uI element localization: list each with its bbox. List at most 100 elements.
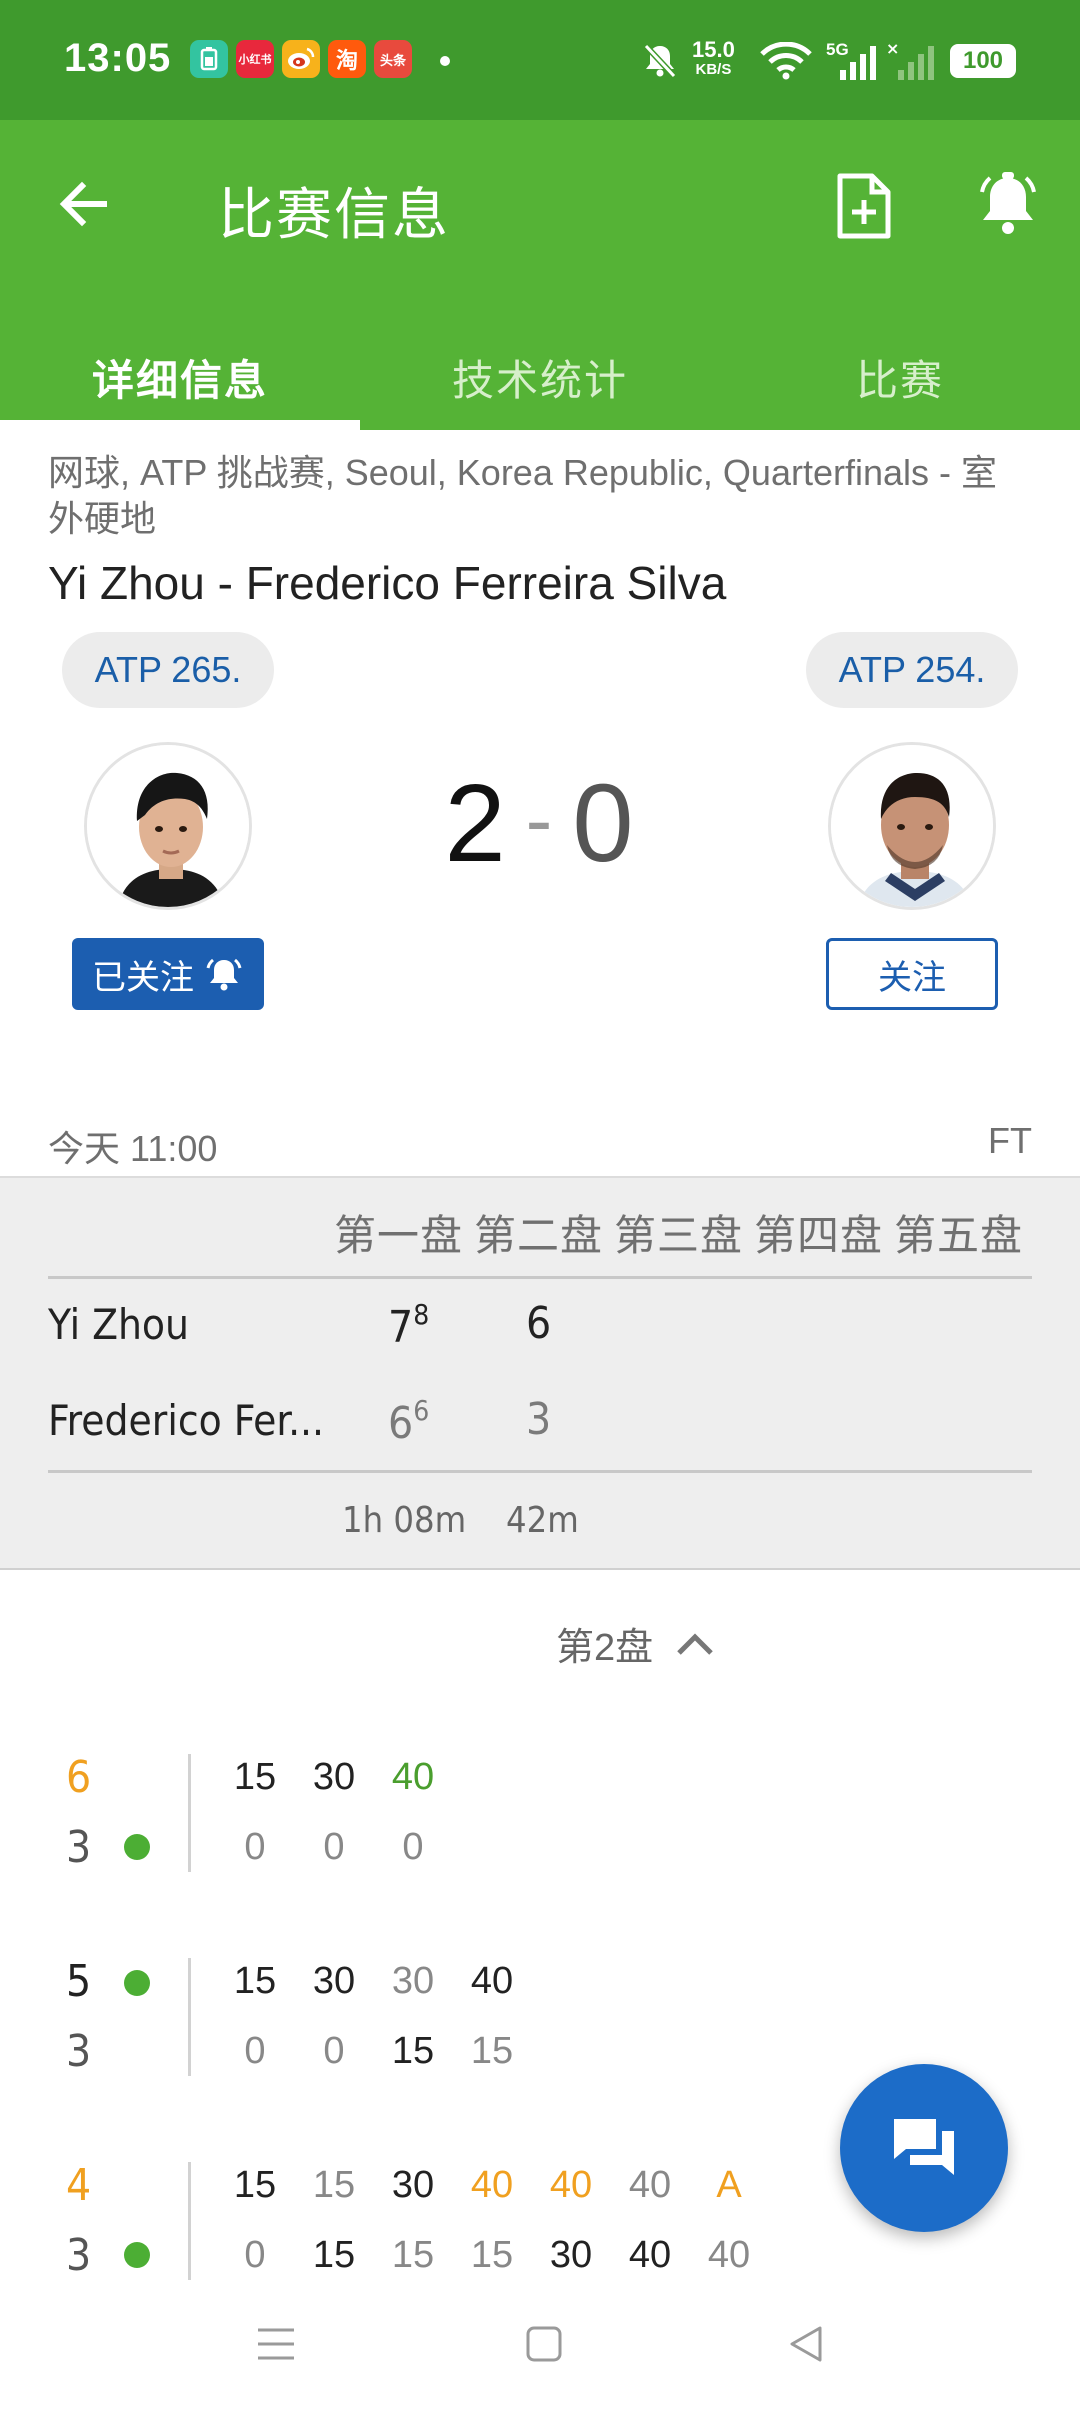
svg-text:×: × [886, 40, 899, 58]
game-score-top: 5 [66, 1956, 92, 2007]
point: 40 [628, 2234, 672, 2276]
point: A [716, 2164, 742, 2206]
score-away: 0 [572, 762, 636, 885]
back-icon[interactable] [786, 2324, 826, 2364]
battery-app-icon [190, 40, 228, 78]
point: 15 [312, 2164, 356, 2206]
point: 15 [470, 2030, 514, 2072]
player1-set1-score: 78 [388, 1298, 430, 1353]
sets-table: 第一盘 第二盘 第三盘 第四盘 第五盘 Yi Zhou 78 6 Frederi… [0, 1176, 1080, 1570]
tab-details[interactable]: 详细信息 [0, 325, 360, 430]
player1-photo [87, 745, 249, 907]
xiaohongshu-icon: 小红书 [236, 40, 274, 78]
point: 30 [312, 1756, 356, 1798]
point: 40 [549, 2164, 593, 2206]
set1-duration: 1h 08m [342, 1500, 467, 1541]
player2-rank[interactable]: ATP 254. [806, 632, 1018, 708]
match-time: 今天 11:00 [48, 1128, 218, 1169]
player1-set2-score: 6 [526, 1298, 552, 1349]
point: 30 [549, 2234, 593, 2276]
menu-icon[interactable] [256, 2324, 296, 2364]
serve-indicator [124, 1970, 150, 1996]
score-separator: - [525, 775, 555, 864]
match-score: 2-0 [420, 760, 660, 887]
toutiao-icon: 头条 [374, 40, 412, 78]
serve-indicator [124, 2242, 150, 2268]
status-time: 13:05 [64, 36, 172, 80]
point: 15 [233, 1756, 277, 1798]
signal-icon [840, 46, 876, 80]
point: 30 [312, 1960, 356, 2002]
set-header-1: 第一盘 [334, 1212, 464, 1259]
set-selector[interactable]: 第2盘 [556, 1616, 715, 1671]
point: 30 [391, 1960, 435, 2002]
page-title: 比赛信息 [218, 183, 450, 246]
set2-duration: 42m [506, 1500, 579, 1541]
player1-name: Yi Zhou [48, 1300, 189, 1349]
app-root: 13:05 小红书 淘 头条 15.0 KB/S 5G × 100 比赛信息 详… [0, 0, 1080, 2414]
game-score-top: 6 [66, 1752, 92, 1803]
point: 40 [628, 2164, 672, 2206]
point: 0 [244, 2030, 266, 2072]
player2-avatar[interactable] [828, 742, 996, 910]
point: 40 [391, 1756, 435, 1798]
set-header-2: 第二盘 [474, 1212, 604, 1259]
set-header-3: 第三盘 [614, 1212, 744, 1259]
point: 0 [323, 1826, 345, 1868]
status-bar: 13:05 小红书 淘 头条 15.0 KB/S 5G × 100 [0, 0, 1080, 120]
player2-set1-score: 66 [388, 1394, 430, 1449]
player1-avatar[interactable] [84, 742, 252, 910]
set-header-5: 第五盘 [894, 1212, 1024, 1259]
notification-dot [440, 56, 450, 66]
point: 15 [391, 2030, 435, 2072]
point: 15 [470, 2234, 514, 2276]
game-score-bottom: 3 [66, 2230, 92, 2281]
divider [48, 1470, 1032, 1473]
battery-indicator: 100 [950, 44, 1016, 78]
signal-2-icon: × [886, 40, 934, 80]
player1-rank[interactable]: ATP 265. [62, 632, 274, 708]
add-document-icon[interactable] [834, 172, 894, 240]
tab-statistics[interactable]: 技术统计 [360, 325, 720, 430]
chat-icon [894, 2119, 954, 2175]
alarm-bell-icon [206, 958, 242, 991]
score-home: 2 [444, 762, 508, 885]
point: 15 [312, 2234, 356, 2276]
net-speed: 15.0 KB/S [692, 37, 735, 79]
tab-indicator [0, 420, 360, 430]
player2-follow-button[interactable]: 关注 [826, 938, 998, 1010]
match-title: Yi Zhou - Frederico Ferreira Silva [48, 557, 727, 609]
game-score-bottom: 3 [66, 1822, 92, 1873]
home-icon[interactable] [524, 2324, 564, 2364]
set-selector-label: 第2盘 [556, 1627, 654, 1669]
divider [188, 1958, 191, 2076]
game-score-bottom: 3 [66, 2026, 92, 2077]
player2-name: Frederico Fer... [48, 1396, 325, 1445]
divider [188, 2162, 191, 2280]
point: 0 [244, 2234, 266, 2276]
set-header-4: 第四盘 [754, 1212, 884, 1259]
point: 40 [707, 2234, 751, 2276]
back-arrow-icon[interactable] [56, 176, 112, 232]
wifi-icon [760, 42, 812, 80]
point: 0 [323, 2030, 345, 2072]
point: 15 [233, 2164, 277, 2206]
chat-fab-button[interactable] [840, 2064, 1008, 2232]
chevron-up-icon [677, 1632, 713, 1655]
match-status: FT [988, 1120, 1032, 1161]
point: 30 [391, 2164, 435, 2206]
player2-photo [831, 745, 993, 907]
divider [188, 1754, 191, 1872]
player1-followed-button[interactable]: 已关注 [72, 938, 264, 1010]
point: 40 [470, 1960, 514, 2002]
point: 15 [233, 1960, 277, 2002]
taobao-icon: 淘 [328, 40, 366, 78]
point: 0 [402, 1826, 424, 1868]
breadcrumb: 网球, ATP 挑战赛, Seoul, Korea Republic, Quar… [48, 452, 998, 539]
player2-set2-score: 3 [526, 1394, 552, 1445]
tab-match[interactable]: 比赛 [720, 325, 1080, 430]
weibo-icon [282, 40, 320, 78]
point: 0 [244, 1826, 266, 1868]
alarm-bell-icon[interactable] [972, 168, 1044, 240]
point: 15 [391, 2234, 435, 2276]
